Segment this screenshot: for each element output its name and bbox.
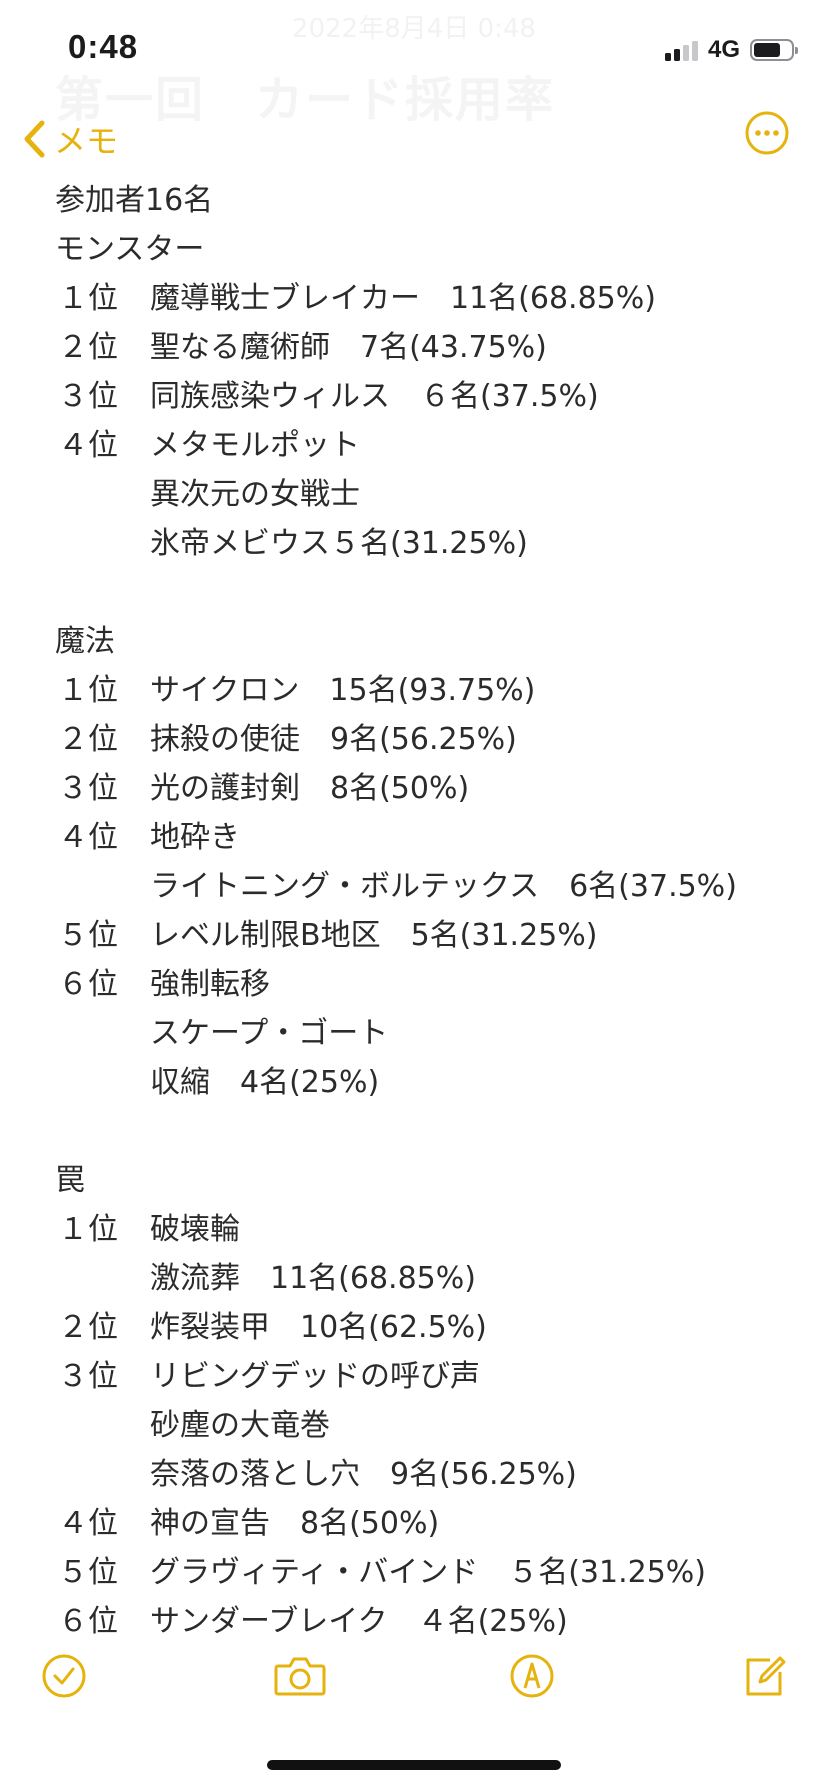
ranking-row: ３位 同族感染ウィルス ６名(37.5%) [0,372,828,421]
compose-button[interactable] [740,1652,796,1708]
network-type: 4G [707,36,740,63]
ranking-row: ２位 炸裂装甲 10名(62.5%) [0,1303,828,1352]
markup-button[interactable] [508,1652,564,1708]
ranking-row: ３位 光の護封剣 8名(50%) [0,764,828,813]
note-line: 参加者16名 [0,176,828,225]
rank-label: ３位 [58,771,118,806]
ellipsis-circle-icon [745,111,789,155]
ranking-row: １位 破壊輪 [0,1205,828,1254]
ranking-row: スケープ・ゴート [0,1009,828,1058]
navigation-bar: メモ [0,110,828,170]
ranking-row: 氷帝メビウス５名(31.25%) [0,519,828,568]
rank-label: １位 [58,1212,118,1247]
camera-button[interactable] [272,1652,328,1708]
rank-label: １位 [58,673,118,708]
note-line: 魔法 [0,617,828,666]
ranking-entry: グラヴィティ・バインド ５名(31.25%) [150,1555,706,1590]
ranking-entry: 奈落の落とし穴 9名(56.25%) [150,1457,577,1492]
ranking-entry: 光の護封剣 8名(50%) [150,771,470,806]
checklist-button[interactable] [40,1652,96,1708]
bottom-toolbar [0,1652,828,1712]
ranking-row: ４位 メタモルポット [0,421,828,470]
ranking-entry: 聖なる魔術師 7名(43.75%) [150,330,547,365]
ranking-row: ２位 聖なる魔術師 7名(43.75%) [0,323,828,372]
chevron-left-icon [24,120,45,158]
ranking-entry: 魔導戦士ブレイカー 11名(68.85%) [150,281,656,316]
note-line: モンスター [0,225,828,274]
rank-label: ５位 [58,918,118,953]
ranking-row: ４位 神の宣告 8名(50%) [0,1499,828,1548]
ranking-row: １位 魔導戦士ブレイカー 11名(68.85%) [0,274,828,323]
checklist-icon [42,1654,86,1698]
section-heading: 罠 [55,1163,85,1198]
ranking-row: ４位 地砕き [0,813,828,862]
ranking-row: １位 サイクロン 15名(93.75%) [0,666,828,715]
rank-label: ３位 [58,1359,118,1394]
camera-icon [274,1657,326,1696]
ranking-entry: メタモルポット [150,428,360,463]
ranking-entry: サイクロン 15名(93.75%) [150,673,536,708]
ranking-row: ２位 抹殺の使徒 9名(56.25%) [0,715,828,764]
ranking-row: 激流葬 11名(68.85%) [0,1254,828,1303]
ranking-entry: 強制転移 [150,967,270,1002]
ranking-row: ライトニング・ボルテックス 6名(37.5%) [0,862,828,911]
ranking-entry: 激流葬 11名(68.85%) [150,1261,476,1296]
ranking-row: 砂塵の大竜巻 [0,1401,828,1450]
ranking-row: 奈落の落とし穴 9名(56.25%) [0,1450,828,1499]
compose-icon [746,1656,786,1696]
ranking-entry: スケープ・ゴート [150,1016,389,1051]
ranking-entry: レベル制限B地区 5名(31.25%) [150,918,598,953]
rank-label: ２位 [58,1310,118,1345]
rank-label: ２位 [58,330,118,365]
more-options-button[interactable] [744,110,790,156]
rank-label: ６位 [58,1604,118,1639]
ranking-entry: サンダーブレイク ４名(25%) [150,1604,568,1639]
rank-label: ６位 [58,967,118,1002]
ranking-row: 異次元の女戦士 [0,470,828,519]
rank-label: ５位 [58,1555,118,1590]
rank-label: ３位 [58,379,118,414]
ranking-entry: ライトニング・ボルテックス 6名(37.5%) [150,869,737,904]
rank-label: ２位 [58,722,118,757]
status-time: 0:48 [68,28,139,65]
note-line: 罠 [0,1156,828,1205]
ranking-entry: 破壊輪 [150,1212,240,1247]
status-indicators: 4G [664,36,798,63]
rank-label: １位 [58,281,118,316]
back-button[interactable]: メモ [22,116,118,162]
markup-pen-icon [510,1654,554,1698]
ranking-entry: 抹殺の使徒 9名(56.25%) [150,722,517,757]
ranking-row: ６位 強制転移 [0,960,828,1009]
ranking-row: ５位 グラヴィティ・バインド ５名(31.25%) [0,1548,828,1597]
ranking-row: ３位 リビングデッドの呼び声 [0,1352,828,1401]
section-heading: モンスター [55,232,205,267]
ranking-row: ５位 レベル制限B地区 5名(31.25%) [0,911,828,960]
ranking-entry: 炸裂装甲 10名(62.5%) [150,1310,487,1345]
ranking-entry: 同族感染ウィルス ６名(37.5%) [150,379,599,414]
ranking-entry: 異次元の女戦士 [150,477,360,512]
rank-label: ４位 [58,1506,118,1541]
ranking-entry: リビングデッドの呼び声 [150,1359,480,1394]
ranking-entry: 地砕き [150,820,240,855]
ranking-entry: 神の宣告 8名(50%) [150,1506,440,1541]
ranking-entry: 氷帝メビウス５名(31.25%) [150,526,528,561]
cellular-signal-icon [664,39,698,61]
participants-count: 参加者16名 [55,183,214,218]
status-bar: 2022年8月4日 0:48 第一回 カード採用率 0:48 4G [0,0,828,128]
ranking-row: ６位 サンダーブレイク ４名(25%) [0,1597,828,1646]
note-body[interactable]: 参加者16名 モンスター １位 魔導戦士ブレイカー 11名(68.85%) ２位聖… [0,176,828,1646]
ranking-row: 収縮 4名(25%) [0,1058,828,1107]
rank-label: ４位 [58,820,118,855]
home-indicator[interactable] [267,1760,561,1770]
ranking-entry: 砂塵の大竜巻 [150,1408,330,1443]
back-label: メモ [54,122,119,160]
battery-icon [750,39,798,61]
ranking-entry: 収縮 4名(25%) [150,1065,380,1100]
rank-label: ４位 [58,428,118,463]
section-heading: 魔法 [55,624,115,659]
